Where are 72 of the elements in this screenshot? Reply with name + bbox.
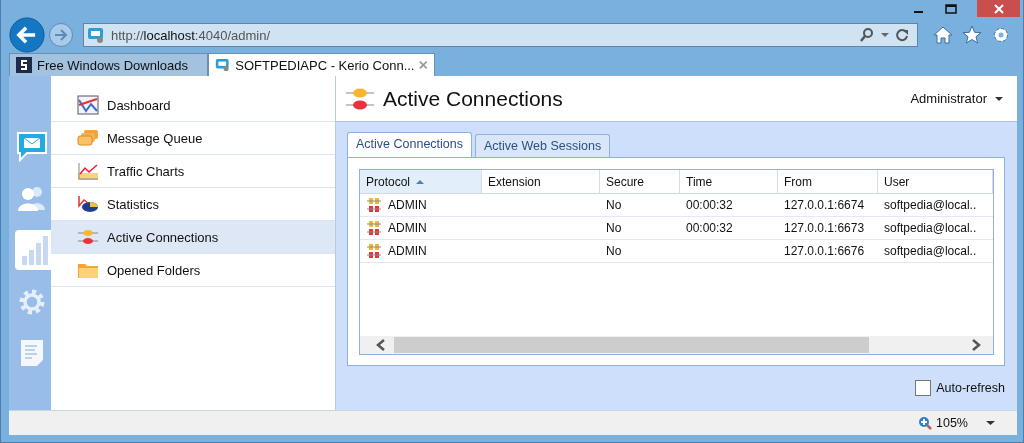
menu-item[interactable]: Opened Folders bbox=[51, 254, 335, 287]
page-title: Active Connections bbox=[383, 86, 563, 111]
horizontal-scrollbar[interactable] bbox=[360, 336, 993, 354]
star-icon[interactable] bbox=[962, 25, 982, 45]
column-header[interactable]: User bbox=[878, 170, 993, 193]
pie-chart-icon bbox=[77, 194, 99, 214]
auto-refresh-checkbox[interactable]: Auto-refresh bbox=[915, 380, 1005, 396]
address-bar[interactable]: http://localhost:4040/admin/ bbox=[83, 23, 918, 47]
connection-icon bbox=[366, 243, 382, 259]
connection-icon bbox=[366, 220, 382, 236]
user-menu[interactable]: Administrator bbox=[910, 91, 987, 106]
browser-tab[interactable]: SOFTPEDIAPC - Kerio Conn... bbox=[208, 53, 435, 76]
sort-ascending-icon bbox=[416, 178, 425, 185]
table-cell: 00:00:32 bbox=[686, 198, 733, 212]
close-button[interactable] bbox=[977, 0, 1020, 17]
close-tab-icon[interactable] bbox=[419, 60, 428, 70]
checkbox[interactable] bbox=[915, 380, 932, 396]
gear-icon bbox=[18, 288, 46, 316]
browser-tab[interactable]: Free Windows Downloads bbox=[9, 53, 208, 76]
zoom-caret-icon[interactable] bbox=[986, 420, 995, 426]
connection-icon bbox=[366, 197, 382, 213]
table-cell: 127.0.0.1:6673 bbox=[784, 221, 865, 235]
connections-icon bbox=[77, 228, 99, 246]
scrollbar-thumb[interactable] bbox=[394, 337, 869, 353]
close-icon bbox=[992, 2, 1005, 15]
app-icon bbox=[215, 57, 231, 73]
zoom-icon[interactable] bbox=[918, 416, 932, 430]
column-header[interactable]: Secure bbox=[600, 170, 680, 193]
table-cell: ADMIN bbox=[388, 244, 427, 258]
column-header[interactable]: Extension bbox=[482, 170, 600, 193]
table-cell: softpedia@local.. bbox=[884, 221, 977, 235]
home-icon[interactable] bbox=[933, 25, 953, 45]
document-icon bbox=[19, 338, 45, 368]
folder-icon bbox=[77, 261, 99, 279]
dashboard-chart-icon bbox=[77, 95, 99, 115]
table-cell: No bbox=[606, 221, 622, 235]
column-header[interactable]: From bbox=[778, 170, 878, 193]
column-header[interactable]: Protocol bbox=[360, 170, 482, 193]
scroll-right-icon[interactable] bbox=[971, 339, 981, 351]
caret-icon[interactable] bbox=[995, 95, 1003, 102]
menu-item[interactable]: Traffic Charts bbox=[51, 155, 335, 188]
search-icon[interactable] bbox=[859, 27, 875, 43]
maximize-icon[interactable] bbox=[945, 2, 957, 15]
dropdown-caret-icon[interactable] bbox=[881, 31, 889, 39]
zoom-level[interactable]: 105% bbox=[936, 416, 968, 430]
scroll-left-icon[interactable] bbox=[376, 339, 386, 351]
mail-bubble-icon bbox=[15, 130, 49, 162]
bar-chart-icon bbox=[19, 234, 49, 266]
column-header[interactable]: Time bbox=[680, 170, 778, 193]
menu-item[interactable]: Active Connections bbox=[51, 221, 335, 254]
users-icon bbox=[16, 184, 48, 212]
menu-item[interactable]: Message Queue bbox=[51, 122, 335, 155]
tab[interactable]: Active Connections bbox=[347, 132, 472, 157]
refresh-icon[interactable] bbox=[895, 28, 909, 42]
site-logo-icon bbox=[16, 57, 32, 73]
table-cell: 127.0.0.1:6676 bbox=[784, 244, 865, 258]
table-cell: ADMIN bbox=[388, 198, 427, 212]
settings-icon[interactable] bbox=[991, 25, 1011, 45]
table-cell: softpedia@local.. bbox=[884, 244, 977, 258]
table-cell: No bbox=[606, 198, 622, 212]
site-icon bbox=[87, 26, 105, 44]
table-cell: ADMIN bbox=[388, 221, 427, 235]
tab[interactable]: Active Web Sessions bbox=[475, 134, 611, 157]
table-cell: 00:00:32 bbox=[686, 221, 733, 235]
table-cell: 127.0.0.1:6674 bbox=[784, 198, 865, 212]
back-button[interactable] bbox=[9, 17, 45, 53]
table-cell: No bbox=[606, 244, 622, 258]
envelopes-icon bbox=[77, 129, 99, 147]
url-text: http://localhost:4040/admin/ bbox=[111, 27, 270, 43]
menu-item[interactable]: Dashboard bbox=[51, 89, 335, 122]
line-chart-icon bbox=[77, 161, 99, 181]
table-cell: softpedia@local.. bbox=[884, 198, 977, 212]
